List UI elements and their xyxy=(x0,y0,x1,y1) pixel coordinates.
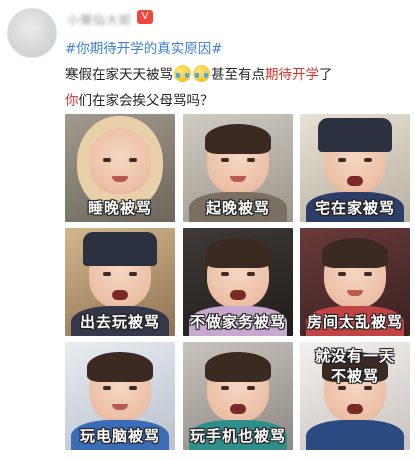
eye-icon xyxy=(221,158,229,162)
hat-shape xyxy=(83,232,157,266)
meme-image-3[interactable]: 宅在家被骂 xyxy=(300,114,410,222)
eye-icon xyxy=(338,272,346,276)
eye-icon xyxy=(364,386,372,390)
meme-image-1[interactable]: 睡晚被骂 xyxy=(65,114,175,222)
eye-icon xyxy=(247,386,255,390)
eye-icon xyxy=(221,272,229,276)
mouth-shape xyxy=(112,290,128,300)
text-segment: 寒假在家天天被骂 xyxy=(65,67,173,83)
eye-icon xyxy=(364,158,372,162)
eye-icon xyxy=(221,386,229,390)
meme-image-9[interactable]: 就没有一天 不被骂 xyxy=(300,342,410,450)
mouth-shape xyxy=(230,290,246,300)
mouth-shape xyxy=(347,404,363,414)
image-caption: 宅在家被骂 xyxy=(314,199,395,217)
eye-icon xyxy=(103,158,111,162)
hair-shape xyxy=(322,238,388,268)
eye-icon xyxy=(103,272,111,276)
mouth-shape xyxy=(347,176,363,186)
post-line-2: 你们在家会挨父母骂吗？ xyxy=(65,88,410,114)
text-segment: 们在家会挨父母骂吗？ xyxy=(78,93,214,109)
text-segment: 了 xyxy=(319,67,333,83)
text-segment: 甚至有点 xyxy=(211,67,265,83)
crying-laughing-face-icon xyxy=(174,65,191,82)
eye-icon xyxy=(103,386,111,390)
eye-icon xyxy=(364,272,372,276)
image-caption: 起晚被骂 xyxy=(205,199,270,217)
hair-shape xyxy=(205,238,271,268)
keyword-highlight: 你 xyxy=(65,93,79,109)
author-name[interactable]: 小懒仙大妮 xyxy=(67,11,132,28)
image-caption: 玩手机也被骂 xyxy=(189,427,286,445)
image-grid: 睡晚被骂 起晚被骂 宅在家被骂 出去玩被骂 不做家务被骂 房间太乱被骂 玩电脑被… xyxy=(65,114,410,450)
hashtag-link[interactable]: #你期待开学的真实原因# xyxy=(65,41,223,57)
meme-image-7[interactable]: 玩电脑被骂 xyxy=(65,342,175,450)
meme-image-5[interactable]: 不做家务被骂 xyxy=(183,228,293,336)
hair-shape xyxy=(87,352,153,382)
image-caption: 出去玩被骂 xyxy=(79,313,160,331)
eye-icon xyxy=(247,272,255,276)
shirt-shape xyxy=(306,420,404,450)
image-caption: 不做家务被骂 xyxy=(189,313,286,331)
meme-image-2[interactable]: 起晚被骂 xyxy=(183,114,293,222)
eye-icon xyxy=(247,158,255,162)
crying-laughing-face-icon xyxy=(193,65,210,82)
mouth-shape xyxy=(230,404,246,414)
eye-icon xyxy=(338,158,346,162)
vip-badge-icon: V xyxy=(137,10,153,24)
avatar[interactable] xyxy=(7,8,57,58)
hair-shape xyxy=(205,124,271,154)
image-caption: 睡晚被骂 xyxy=(87,199,152,217)
post-line-1: 寒假在家天天被骂 甚至有点期待开学了 xyxy=(65,62,410,88)
keyword-highlight: 期待开学 xyxy=(265,67,319,83)
eye-icon xyxy=(338,386,346,390)
eye-icon xyxy=(129,386,137,390)
image-caption: 玩电脑被骂 xyxy=(79,427,160,445)
eye-icon xyxy=(129,158,137,162)
child-face xyxy=(89,128,151,194)
hair-shape xyxy=(205,352,271,382)
image-caption: 就没有一天 不被骂 xyxy=(314,347,395,385)
meme-image-6[interactable]: 房间太乱被骂 xyxy=(300,228,410,336)
image-caption: 房间太乱被骂 xyxy=(306,313,403,331)
eye-icon xyxy=(129,272,137,276)
hat-shape xyxy=(318,118,392,152)
meme-image-4[interactable]: 出去玩被骂 xyxy=(65,228,175,336)
post-line-hashtag: #你期待开学的真实原因# xyxy=(65,36,410,62)
post-text: #你期待开学的真实原因# 寒假在家天天被骂 甚至有点期待开学了 你们在家会挨父母骂… xyxy=(65,36,410,114)
meme-image-8[interactable]: 玩手机也被骂 xyxy=(183,342,293,450)
